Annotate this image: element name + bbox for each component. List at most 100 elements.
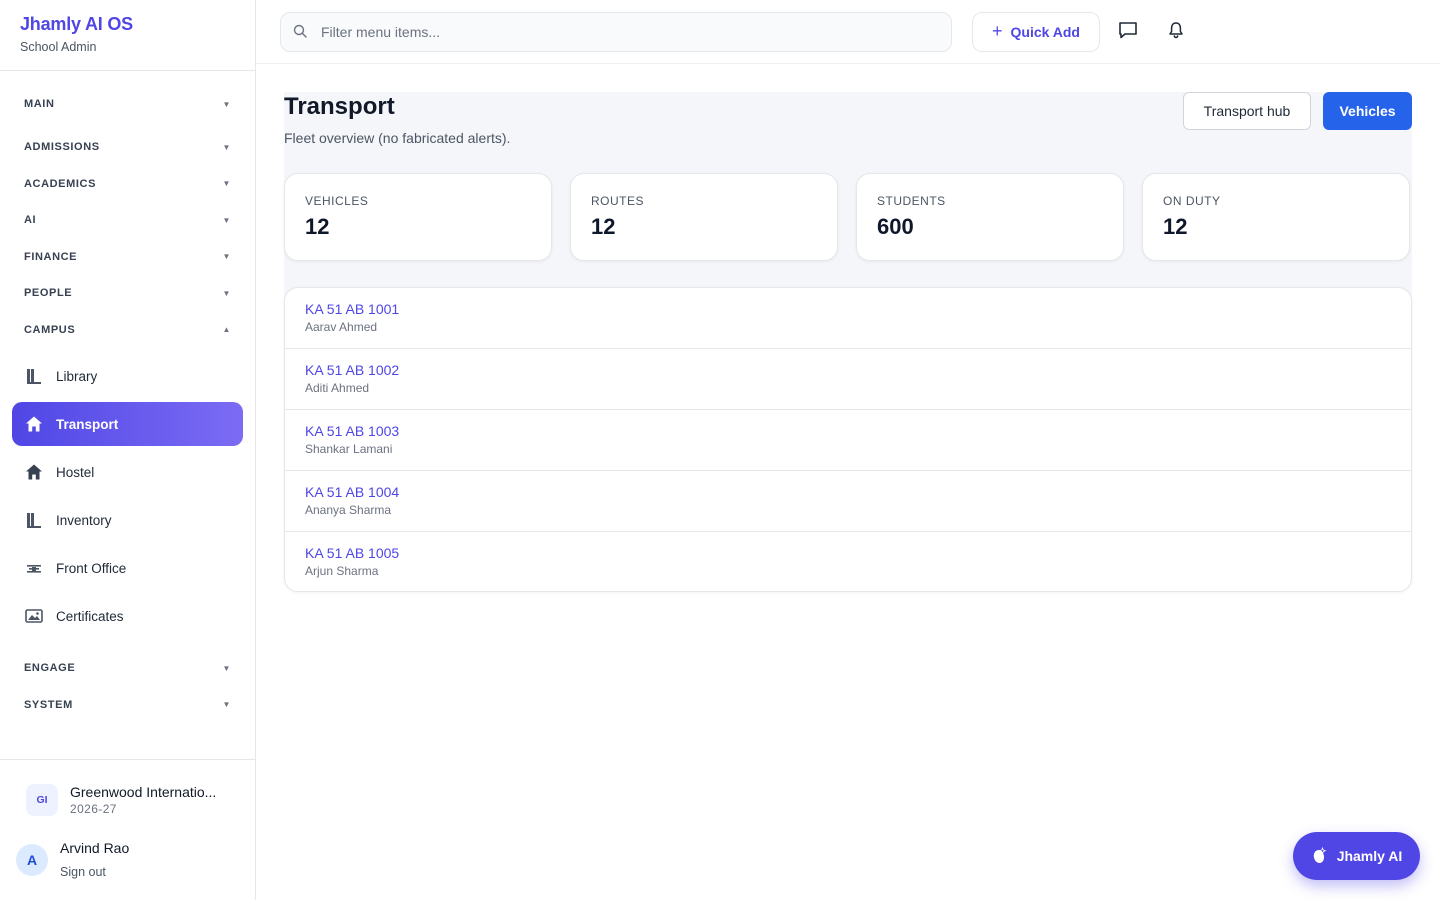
stat-label: VEHICLES xyxy=(305,194,369,208)
vehicle-plate[interactable]: KA 51 AB 1002 xyxy=(305,362,1391,378)
brand: Jhamly AI OS School Admin xyxy=(0,0,255,71)
sidebar-footer: GI Greenwood Internatio... 2026-27 A Arv… xyxy=(0,759,255,900)
sidebar-item-label: Certificates xyxy=(56,608,124,624)
vehicles-button[interactable]: Vehicles xyxy=(1323,92,1412,130)
library-icon xyxy=(24,510,44,530)
chevron-down-icon: ▼ xyxy=(222,252,231,262)
sidebar-item-hostel[interactable]: Hostel xyxy=(12,450,243,494)
brand-subtitle: School Admin xyxy=(20,40,97,54)
school-year: 2026-27 xyxy=(70,802,117,816)
school-badge: GI xyxy=(26,784,58,816)
driver-name: Arjun Sharma xyxy=(305,564,379,578)
user-panel: A Arvind Rao Sign out xyxy=(16,840,129,879)
vehicle-plate[interactable]: KA 51 AB 1004 xyxy=(305,484,1391,500)
sidebar-item-label: Inventory xyxy=(56,512,112,528)
sidebar-item-transport[interactable]: Transport xyxy=(12,402,243,446)
search-box[interactable] xyxy=(280,12,952,52)
sparkle-icon xyxy=(1311,847,1327,865)
nav-section-label: ENGAGE xyxy=(24,662,76,675)
stat-value: 12 xyxy=(1163,214,1188,239)
quick-add-button[interactable]: + Quick Add xyxy=(972,12,1100,52)
nav-section-label: AI xyxy=(24,214,37,227)
sidebar: Jhamly AI OS School Admin MAIN ▼ ADMISSI… xyxy=(0,0,256,900)
plus-icon: + xyxy=(991,20,1003,41)
sidebar-item-label: Transport xyxy=(56,416,119,432)
library-icon xyxy=(24,366,44,386)
list-item[interactable]: KA 51 AB 1001 Aarav Ahmed xyxy=(285,288,1411,349)
vehicle-plate[interactable]: KA 51 AB 1005 xyxy=(305,545,1391,561)
stat-value: 12 xyxy=(305,214,330,239)
quick-add-label: Quick Add xyxy=(1010,24,1081,40)
front-office-icon xyxy=(24,558,44,578)
nav-section-finance[interactable]: FINANCE ▼ xyxy=(0,239,255,276)
messages-button[interactable] xyxy=(1116,20,1140,44)
chevron-down-icon: ▼ xyxy=(222,179,231,189)
ai-assistant-button[interactable]: Jhamly AI xyxy=(1293,832,1420,880)
stat-card-routes: ROUTES 12 xyxy=(570,173,838,261)
topbar: + Quick Add xyxy=(256,0,1440,64)
sidebar-nav: MAIN ▼ ADMISSIONS ▼ ACADEMICS ▼ AI ▼ FIN… xyxy=(0,71,255,723)
chevron-down-icon: ▼ xyxy=(222,700,231,710)
driver-name: Shankar Lamani xyxy=(305,442,393,456)
sidebar-item-certificates[interactable]: Certificates xyxy=(12,594,243,638)
nav-section-engage[interactable]: ENGAGE ▼ xyxy=(0,650,255,687)
stat-card-students: STUDENTS 600 xyxy=(856,173,1124,261)
stat-value: 12 xyxy=(591,214,616,239)
nav-section-system[interactable]: SYSTEM ▼ xyxy=(0,687,255,724)
nav-section-label: SYSTEM xyxy=(24,698,73,711)
list-item[interactable]: KA 51 AB 1004 Ananya Sharma xyxy=(285,471,1411,532)
brand-title[interactable]: Jhamly AI OS xyxy=(20,14,235,35)
sidebar-item-library[interactable]: Library xyxy=(12,354,243,398)
avatar: A xyxy=(16,843,48,876)
driver-name: Aditi Ahmed xyxy=(305,381,370,395)
sidebar-item-label: Front Office xyxy=(56,560,127,576)
stat-card-on-duty: ON DUTY 12 xyxy=(1142,173,1410,261)
sidebar-item-label: Hostel xyxy=(56,464,95,480)
driver-name: Aarav Ahmed xyxy=(305,320,378,334)
list-item[interactable]: KA 51 AB 1002 Aditi Ahmed xyxy=(285,349,1411,410)
nav-section-label: PEOPLE xyxy=(24,287,73,300)
certificate-icon xyxy=(24,606,44,626)
vehicle-plate[interactable]: KA 51 AB 1001 xyxy=(305,301,1391,317)
chevron-down-icon: ▼ xyxy=(222,215,231,225)
ai-assistant-label: Jhamly AI xyxy=(1336,848,1403,864)
vehicle-list: KA 51 AB 1001 Aarav Ahmed KA 51 AB 1002 … xyxy=(284,287,1412,592)
list-item[interactable]: KA 51 AB 1003 Shankar Lamani xyxy=(285,410,1411,471)
sidebar-item-inventory[interactable]: Inventory xyxy=(12,498,243,542)
list-item[interactable]: KA 51 AB 1005 Arjun Sharma xyxy=(285,532,1411,591)
home-icon xyxy=(24,462,44,482)
nav-section-ai[interactable]: AI ▼ xyxy=(0,202,255,239)
stat-label: STUDENTS xyxy=(877,194,946,208)
user-name: Arvind Rao xyxy=(60,840,130,856)
nav-section-academics[interactable]: ACADEMICS ▼ xyxy=(0,166,255,203)
chat-icon xyxy=(1118,21,1138,44)
nav-section-campus[interactable]: CAMPUS ▲ xyxy=(0,312,255,349)
chevron-down-icon: ▼ xyxy=(222,142,231,152)
stat-value: 600 xyxy=(877,214,914,239)
campus-items: Library Transport Hostel Inventory Front… xyxy=(0,348,255,650)
main-content: Transport Fleet overview (no fabricated … xyxy=(256,64,1440,900)
bell-icon xyxy=(1168,21,1184,44)
transport-hub-button[interactable]: Transport hub xyxy=(1183,92,1311,130)
driver-name: Ananya Sharma xyxy=(305,503,392,517)
search-input[interactable] xyxy=(321,24,921,40)
nav-section-admissions[interactable]: ADMISSIONS ▼ xyxy=(0,129,255,166)
sidebar-item-label: Library xyxy=(56,368,98,384)
vehicle-plate[interactable]: KA 51 AB 1003 xyxy=(305,423,1391,439)
notifications-button[interactable] xyxy=(1164,20,1188,44)
nav-section-label: ACADEMICS xyxy=(24,177,97,190)
search-icon xyxy=(293,24,309,40)
chevron-down-icon: ▼ xyxy=(222,288,231,298)
chevron-down-icon: ▼ xyxy=(222,99,231,109)
nav-section-main[interactable]: MAIN ▼ xyxy=(0,89,255,119)
page-subtitle: Fleet overview (no fabricated alerts). xyxy=(284,130,511,146)
nav-section-people[interactable]: PEOPLE ▼ xyxy=(0,275,255,312)
nav-section-label: ADMISSIONS xyxy=(24,141,100,154)
sidebar-item-front-office[interactable]: Front Office xyxy=(12,546,243,590)
stat-card-vehicles: VEHICLES 12 xyxy=(284,173,552,261)
school-switcher[interactable]: GI Greenwood Internatio... 2026-27 xyxy=(26,784,232,816)
chevron-up-icon: ▲ xyxy=(222,325,231,335)
stat-label: ROUTES xyxy=(591,194,645,208)
sign-out-link[interactable]: Sign out xyxy=(60,865,129,879)
page-title: Transport xyxy=(284,93,395,120)
